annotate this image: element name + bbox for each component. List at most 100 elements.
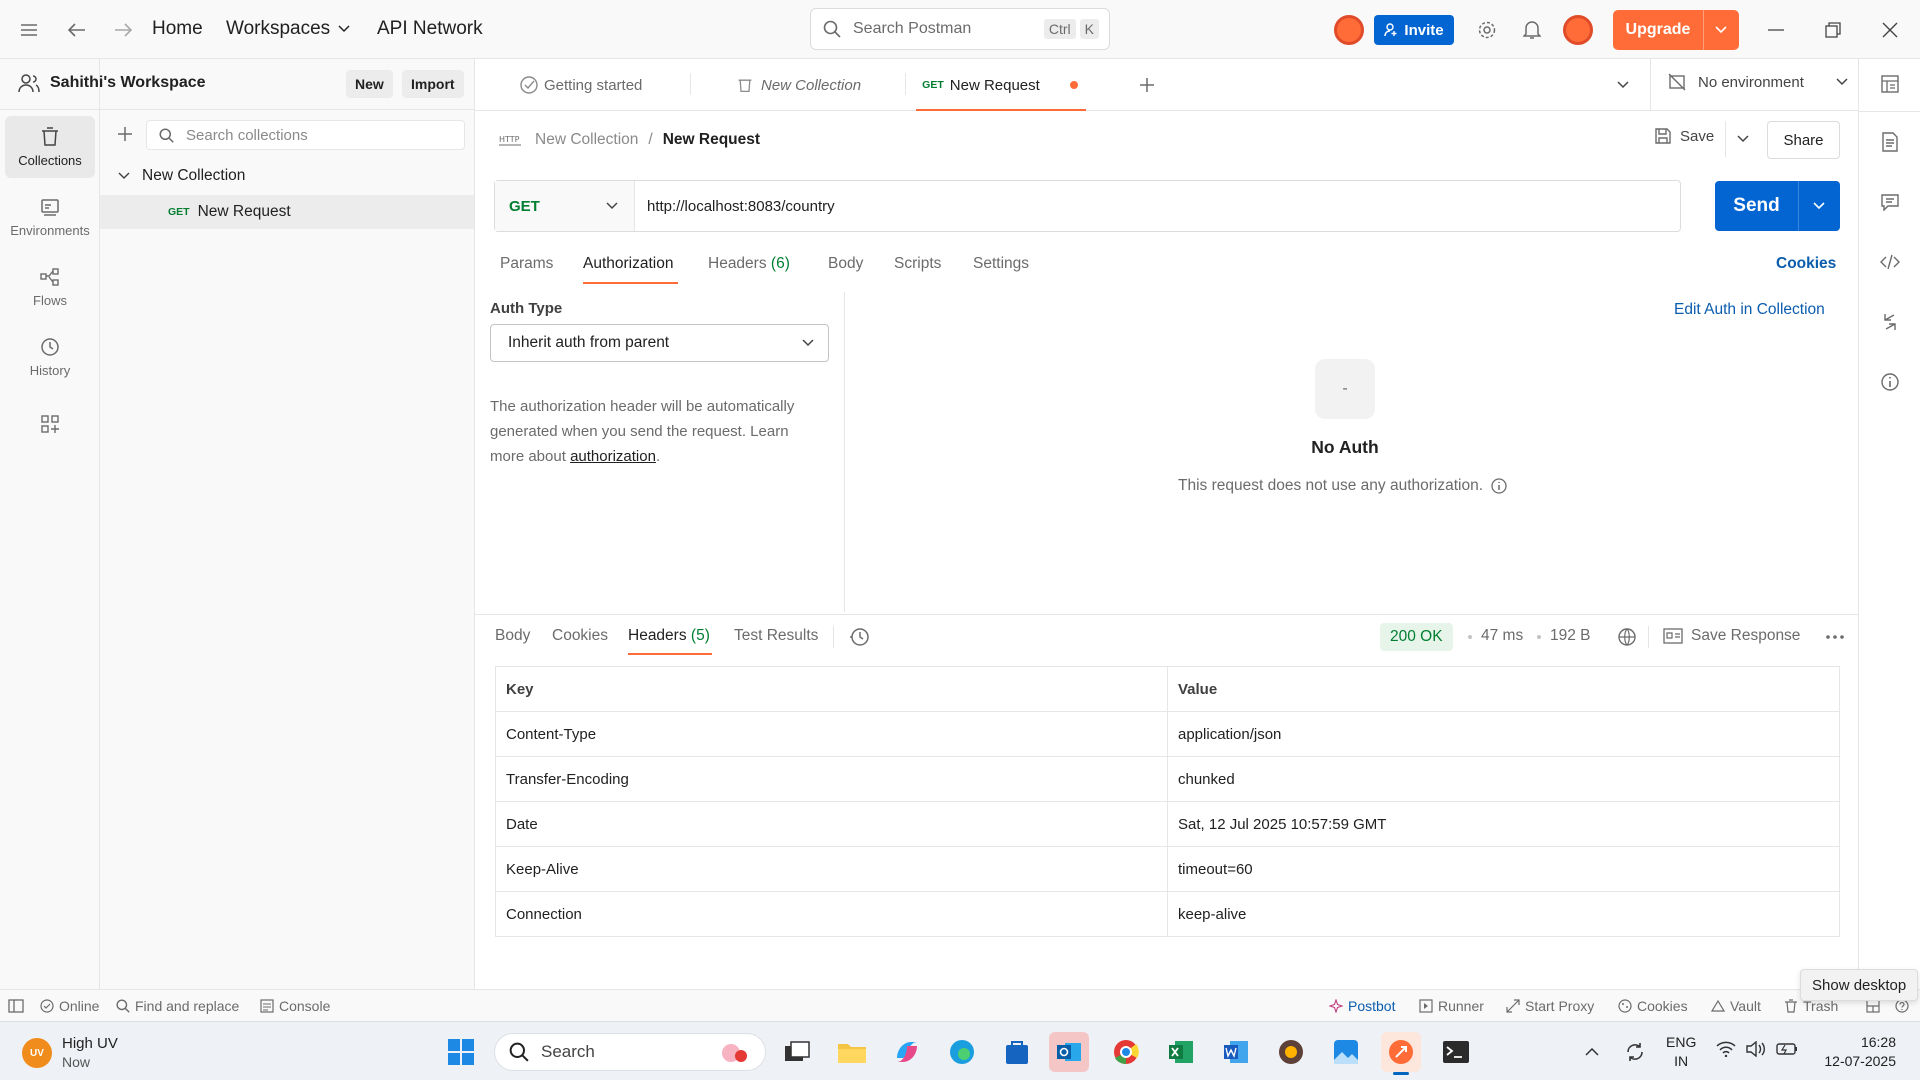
chrome-icon[interactable] — [1106, 1032, 1146, 1072]
tab-getting-started[interactable]: Getting started — [520, 59, 642, 111]
method-select[interactable]: GET — [495, 181, 635, 231]
task-view-icon[interactable] — [777, 1032, 817, 1072]
online-status[interactable]: Online — [40, 990, 99, 1022]
terminal-icon[interactable] — [1436, 1032, 1476, 1072]
edge-browser-icon[interactable] — [942, 1032, 982, 1072]
system-tray[interactable] — [1716, 1041, 1798, 1057]
new-tab-plus-icon[interactable] — [1136, 74, 1158, 96]
vault-button[interactable]: Vault — [1711, 990, 1761, 1022]
profile-avatar[interactable] — [1563, 15, 1593, 45]
info-icon[interactable] — [1879, 371, 1901, 393]
language-indicator[interactable]: ENG IN — [1666, 1033, 1696, 1071]
find-replace-button[interactable]: Find and replace — [116, 990, 239, 1022]
clock[interactable]: 16:28 12-07-2025 — [1810, 1033, 1896, 1071]
start-proxy-button[interactable]: Start Proxy — [1506, 990, 1594, 1022]
share-button[interactable]: Share — [1767, 121, 1840, 159]
related-collections-icon[interactable] — [1879, 311, 1901, 333]
subtab-body[interactable]: Body — [828, 255, 863, 273]
info-icon[interactable] — [1491, 478, 1507, 494]
word-icon[interactable] — [1216, 1032, 1256, 1072]
forward-arrow-icon[interactable] — [110, 17, 136, 43]
file-explorer-icon[interactable] — [832, 1032, 872, 1072]
edit-auth-link[interactable]: Edit Auth in Collection — [1674, 301, 1825, 319]
comments-icon[interactable] — [1879, 191, 1901, 213]
subtab-settings[interactable]: Settings — [973, 255, 1029, 273]
status-badge[interactable]: 200 OK — [1380, 623, 1453, 651]
taskbar-search[interactable]: Search — [494, 1033, 766, 1071]
photos-icon[interactable] — [1326, 1032, 1366, 1072]
search-postman-input[interactable]: Search Postman Ctrl K — [810, 8, 1110, 50]
start-button[interactable] — [441, 1032, 481, 1072]
runner-button[interactable]: Runner — [1419, 990, 1484, 1022]
excel-icon[interactable] — [1161, 1032, 1201, 1072]
upgrade-button[interactable]: Upgrade — [1613, 10, 1739, 50]
request-tree-item[interactable]: GET New Request — [100, 195, 474, 229]
collection-tree-item[interactable]: New Collection — [118, 167, 245, 185]
send-button[interactable]: Send — [1715, 181, 1840, 231]
game-app-icon[interactable] — [1271, 1032, 1311, 1072]
weather-widget[interactable]: UV High UV Now — [22, 1034, 118, 1072]
tab-new-collection[interactable]: New Collection — [737, 59, 861, 111]
response-tab-body[interactable]: Body — [495, 627, 530, 645]
rail-item-configure[interactable] — [5, 404, 95, 444]
response-tab-test-results[interactable]: Test Results — [734, 627, 818, 645]
authorization-link[interactable]: authorization — [570, 448, 656, 465]
chevron-down-icon[interactable] — [1813, 202, 1825, 210]
response-history-icon[interactable] — [849, 626, 871, 648]
environment-selector[interactable]: No environment — [1668, 73, 1848, 91]
response-tab-headers[interactable]: Headers (5) — [628, 627, 710, 645]
sync-icon[interactable] — [1621, 1038, 1649, 1066]
cookies-link[interactable]: Cookies — [1776, 255, 1836, 273]
workspaces-menu[interactable]: Workspaces — [226, 18, 350, 40]
postman-taskbar-icon[interactable] — [1381, 1032, 1421, 1072]
cookies-button[interactable]: Cookies — [1618, 990, 1688, 1022]
close-icon[interactable] — [1877, 17, 1903, 43]
rail-item-collections[interactable]: Collections — [5, 116, 95, 178]
subtab-authorization[interactable]: Authorization — [583, 255, 673, 273]
new-button[interactable]: New — [346, 70, 393, 98]
network-globe-icon[interactable] — [1616, 626, 1638, 648]
console-button[interactable]: Console — [260, 990, 330, 1022]
avatar[interactable] — [1334, 15, 1364, 45]
save-button[interactable]: Save — [1654, 127, 1714, 145]
copilot-icon[interactable] — [887, 1032, 927, 1072]
workbench-icon[interactable] — [1879, 73, 1901, 95]
settings-icon[interactable] — [1474, 17, 1500, 43]
subtab-params[interactable]: Params — [500, 255, 553, 273]
subtab-headers[interactable]: Headers (6) — [708, 255, 790, 273]
code-icon[interactable] — [1879, 251, 1901, 273]
microsoft-store-icon[interactable] — [997, 1032, 1037, 1072]
breadcrumb-request[interactable]: New Request — [663, 131, 760, 149]
tab-overflow-chevron-icon[interactable] — [1612, 74, 1634, 96]
invite-button[interactable]: Invite — [1374, 15, 1454, 45]
response-size[interactable]: 192 B — [1550, 627, 1591, 645]
documentation-icon[interactable] — [1879, 131, 1901, 153]
notification-bell-icon[interactable] — [1519, 17, 1545, 43]
auth-type-select[interactable]: Inherit auth from parent — [490, 324, 829, 362]
subtab-scripts[interactable]: Scripts — [894, 255, 941, 273]
search-collections-input[interactable]: Search collections — [146, 120, 465, 150]
minimize-icon[interactable] — [1763, 17, 1789, 43]
import-button[interactable]: Import — [402, 70, 464, 98]
show-hidden-icons-chevron-icon[interactable] — [1580, 1040, 1604, 1064]
outlook-icon[interactable] — [1049, 1032, 1089, 1072]
rail-item-flows[interactable]: Flows — [5, 256, 95, 318]
rail-item-history[interactable]: History — [5, 326, 95, 388]
menu-icon[interactable] — [16, 17, 42, 43]
restore-icon[interactable] — [1820, 17, 1846, 43]
response-time[interactable]: 47 ms — [1481, 627, 1523, 645]
more-options-icon[interactable] — [1824, 626, 1846, 648]
response-tab-cookies[interactable]: Cookies — [552, 627, 608, 645]
back-arrow-icon[interactable] — [64, 17, 90, 43]
toggle-sidebar-icon[interactable] — [8, 990, 24, 1022]
save-response-button[interactable]: Save Response — [1663, 627, 1800, 645]
chevron-down-icon[interactable] — [1715, 26, 1727, 34]
api-network-link[interactable]: API Network — [377, 18, 483, 40]
breadcrumb-collection[interactable]: New Collection — [535, 131, 638, 149]
save-options-chevron-icon[interactable] — [1733, 129, 1753, 149]
postbot-button[interactable]: Postbot — [1329, 990, 1395, 1022]
tab-new-request[interactable]: GET New Request — [915, 59, 1085, 111]
url-input[interactable]: http://localhost:8083/country — [647, 181, 835, 231]
rail-item-environments[interactable]: Environments — [5, 186, 95, 248]
home-link[interactable]: Home — [152, 18, 203, 40]
